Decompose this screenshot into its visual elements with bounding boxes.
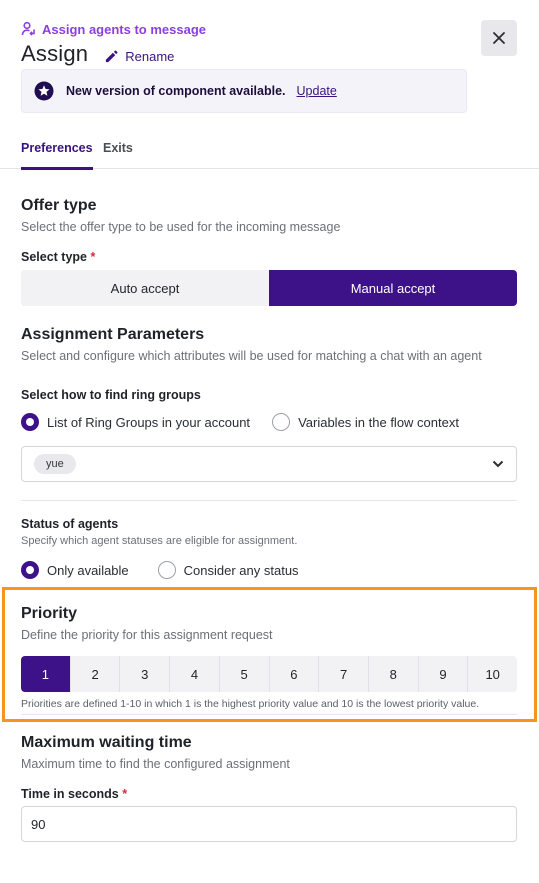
- offer-type-description: Select the offer type to be used for the…: [21, 220, 341, 234]
- tab-preferences[interactable]: Preferences: [21, 141, 93, 170]
- tab-bar: Preferences Exits: [0, 132, 539, 170]
- assignment-parameters-description: Select and configure which attributes wi…: [21, 349, 482, 363]
- select-type-label-text: Select type: [21, 250, 88, 264]
- user-assign-icon: [21, 21, 35, 36]
- banner-text: New version of component available.: [66, 84, 286, 98]
- status-of-agents-description: Specify which agent statuses are eligibl…: [21, 535, 298, 547]
- radio-button-checked[interactable]: [21, 561, 39, 579]
- radio-consider-any-status[interactable]: Consider any status: [157, 561, 299, 579]
- priority-selector: 1 2 3 4 5 6 7 8 9 10: [21, 656, 517, 692]
- priority-option-3[interactable]: 3: [119, 656, 169, 692]
- max-waiting-time-title: Maximum waiting time: [21, 734, 192, 751]
- priority-description: Define the priority for this assignment …: [21, 628, 273, 642]
- agent-status-radios: Only available Consider any status: [21, 561, 299, 579]
- radio-only-available[interactable]: Only available: [21, 561, 129, 579]
- radio-button-checked[interactable]: [21, 413, 39, 431]
- manual-accept-button[interactable]: Manual accept: [269, 270, 517, 306]
- close-icon: [493, 32, 505, 44]
- select-type-label: Select type *: [21, 250, 95, 264]
- radio-label: Only available: [47, 562, 129, 578]
- assignment-parameters-title: Assignment Parameters: [21, 326, 205, 343]
- ring-groups-label: Select how to find ring groups: [21, 388, 201, 402]
- priority-option-2[interactable]: 2: [69, 656, 120, 692]
- time-in-seconds-label: Time in seconds *: [21, 787, 127, 801]
- auto-accept-button[interactable]: Auto accept: [21, 270, 269, 306]
- star-badge-icon: [34, 81, 54, 101]
- tab-exits[interactable]: Exits: [103, 141, 133, 169]
- priority-option-5[interactable]: 5: [218, 656, 269, 692]
- pencil-icon: [106, 49, 118, 62]
- priority-option-10[interactable]: 10: [467, 656, 517, 692]
- radio-button-unchecked[interactable]: [272, 413, 291, 431]
- time-in-seconds-input[interactable]: 90: [21, 806, 517, 842]
- offer-type-title: Offer type: [21, 197, 97, 214]
- rename-button[interactable]: Rename: [104, 49, 174, 64]
- priority-option-6[interactable]: 6: [268, 656, 319, 692]
- update-link[interactable]: Update: [297, 84, 337, 98]
- priority-option-7[interactable]: 7: [318, 656, 368, 692]
- ring-group-chip[interactable]: yue: [34, 454, 76, 474]
- chevron-down-icon: [492, 460, 504, 468]
- breadcrumb-label: Assign agents to message: [42, 21, 206, 37]
- radio-button-unchecked[interactable]: [157, 561, 176, 579]
- page-title: Assign: [21, 41, 89, 66]
- priority-note: Priorities are defined 1-10 in which 1 i…: [21, 698, 517, 715]
- header: Assign agents to message Assign Rename: [21, 20, 521, 68]
- radio-label: Consider any status: [183, 562, 299, 578]
- close-button[interactable]: [481, 20, 517, 56]
- status-of-agents-label: Status of agents: [21, 517, 119, 531]
- required-mark: *: [90, 250, 96, 264]
- radio-variables-in-flow[interactable]: Variables in the flow context: [272, 413, 459, 431]
- required-mark: *: [122, 787, 128, 801]
- time-in-seconds-label-text: Time in seconds: [21, 787, 119, 801]
- update-banner: New version of component available. Upda…: [21, 69, 467, 113]
- priority-title: Priority: [21, 605, 78, 622]
- ring-group-source-radios: List of Ring Groups in your account Vari…: [21, 413, 459, 431]
- radio-list-of-ring-groups[interactable]: List of Ring Groups in your account: [21, 413, 250, 431]
- offer-type-toggle: Auto accept Manual accept: [21, 270, 517, 306]
- radio-label: List of Ring Groups in your account: [47, 414, 251, 430]
- rename-label: Rename: [125, 48, 175, 64]
- priority-option-1[interactable]: 1: [21, 656, 70, 692]
- section-divider: [21, 500, 517, 501]
- radio-label: Variables in the flow context: [298, 414, 459, 430]
- priority-option-9[interactable]: 9: [417, 656, 468, 692]
- breadcrumb[interactable]: Assign agents to message: [21, 20, 521, 38]
- max-waiting-time-description: Maximum time to find the configured assi…: [21, 757, 290, 771]
- priority-option-4[interactable]: 4: [169, 656, 219, 692]
- priority-option-8[interactable]: 8: [367, 656, 418, 692]
- ring-group-select[interactable]: yue: [21, 446, 517, 482]
